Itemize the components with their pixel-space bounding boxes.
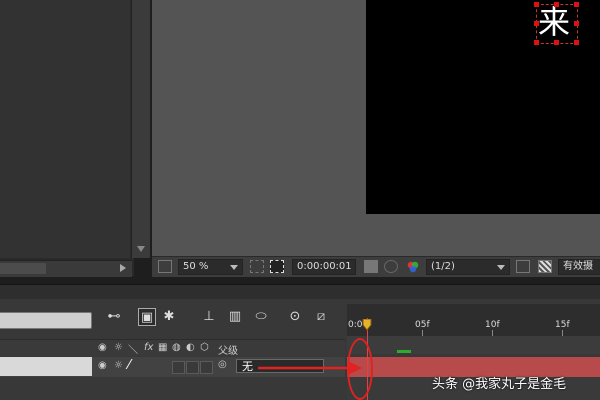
watermark: 头条 @我家丸子是金毛 <box>432 377 567 392</box>
annotation-arrow <box>258 361 362 375</box>
